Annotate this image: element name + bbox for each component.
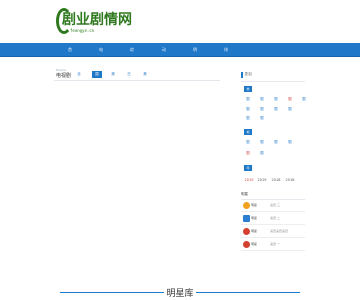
genre-tag[interactable]: 剧 xyxy=(244,107,252,112)
page: 剧业剧情网 feongye.cn 首 电 综 动 明 排 Drama 电视剧 全… xyxy=(0,0,360,300)
genre-tag[interactable]: 剧 xyxy=(300,97,308,102)
nav-item-2[interactable]: 电 xyxy=(93,43,109,57)
star-name: 明星 xyxy=(251,216,258,220)
star-desc: 演员 三 xyxy=(270,203,280,207)
genre-tag[interactable]: 剧 xyxy=(258,97,266,102)
section-title: 电视剧 xyxy=(56,73,72,79)
year-tag[interactable]: 2018 xyxy=(284,178,296,182)
star-desc: 演员演员演员 xyxy=(270,229,289,233)
sidebar-heading: 剧目 xyxy=(245,72,252,76)
star-avatar-icon xyxy=(243,202,250,209)
star-name: 明星 xyxy=(251,203,258,207)
site-logo[interactable]: 剧业剧情网 feongye.cn xyxy=(56,8,132,36)
region-tag[interactable]: 剧 xyxy=(244,151,252,156)
footer-title: 明星库 xyxy=(166,289,194,299)
region-tag[interactable]: 剧 xyxy=(272,140,280,145)
genre-tag[interactable]: 剧 xyxy=(272,97,280,102)
star-name: 明星 xyxy=(251,242,258,246)
star-row[interactable]: 明星 演员 二 xyxy=(241,213,305,225)
region-tag[interactable]: 剧 xyxy=(286,140,294,145)
genre-tag[interactable]: 剧 xyxy=(244,116,252,121)
region-tag[interactable]: 剧 xyxy=(258,151,266,156)
genre-badge: 类 xyxy=(244,86,252,92)
year-badge: 年 xyxy=(244,165,252,171)
sidebar-accent xyxy=(241,72,243,78)
genre-tag[interactable]: 剧 xyxy=(258,107,266,112)
year-tag[interactable]: 2018 xyxy=(270,178,282,182)
star-name: 明星 xyxy=(251,229,258,233)
region-badge: 地 xyxy=(244,129,252,135)
filter-tab-1[interactable]: 全 xyxy=(74,71,84,78)
filter-tab-2[interactable]: 国 xyxy=(92,71,102,78)
footer-divider-left xyxy=(60,292,164,293)
logo-title: 剧业剧情网 xyxy=(62,12,132,28)
stars-label: 明星 xyxy=(241,192,248,196)
star-avatar-icon xyxy=(243,241,250,248)
nav-item-1[interactable]: 首 xyxy=(62,43,78,57)
divider xyxy=(54,80,220,81)
genre-tag[interactable]: 剧 xyxy=(272,107,280,112)
genre-tag[interactable]: 剧 xyxy=(286,107,294,112)
main-nav: 首 电 综 动 明 排 xyxy=(0,43,360,57)
logo-subtitle: feongye.cn xyxy=(70,28,95,33)
header: 剧业剧情网 feongye.cn xyxy=(0,0,360,43)
star-desc: 演员 二 xyxy=(270,216,280,220)
nav-item-5[interactable]: 明 xyxy=(187,43,203,57)
region-tag[interactable]: 剧 xyxy=(244,140,252,145)
star-avatar-icon xyxy=(243,215,250,222)
star-row[interactable]: 明星 演员 三 xyxy=(241,200,305,212)
star-row[interactable]: 明星 演员演员演员 xyxy=(241,226,305,238)
footer-divider-right xyxy=(196,292,300,293)
sidebar-divider xyxy=(241,81,305,82)
star-desc: 演员 一 xyxy=(270,242,280,246)
year-tag[interactable]: 2019 xyxy=(256,178,268,182)
nav-item-4[interactable]: 动 xyxy=(156,43,172,57)
genre-tag[interactable]: 剧 xyxy=(244,97,252,102)
star-avatar-icon xyxy=(243,228,250,235)
filter-tab-3[interactable]: 港 xyxy=(108,71,118,78)
year-tag[interactable]: 2019 xyxy=(243,178,255,182)
filter-tab-5[interactable]: 美 xyxy=(140,71,150,78)
nav-item-6[interactable]: 排 xyxy=(218,43,234,57)
region-tag[interactable]: 剧 xyxy=(258,140,266,145)
genre-tag[interactable]: 剧 xyxy=(286,97,294,102)
genre-tag[interactable]: 剧 xyxy=(258,116,266,121)
filter-tab-4[interactable]: 日 xyxy=(124,71,134,78)
star-row[interactable]: 明星 演员 一 xyxy=(241,239,305,251)
nav-item-3[interactable]: 综 xyxy=(124,43,140,57)
